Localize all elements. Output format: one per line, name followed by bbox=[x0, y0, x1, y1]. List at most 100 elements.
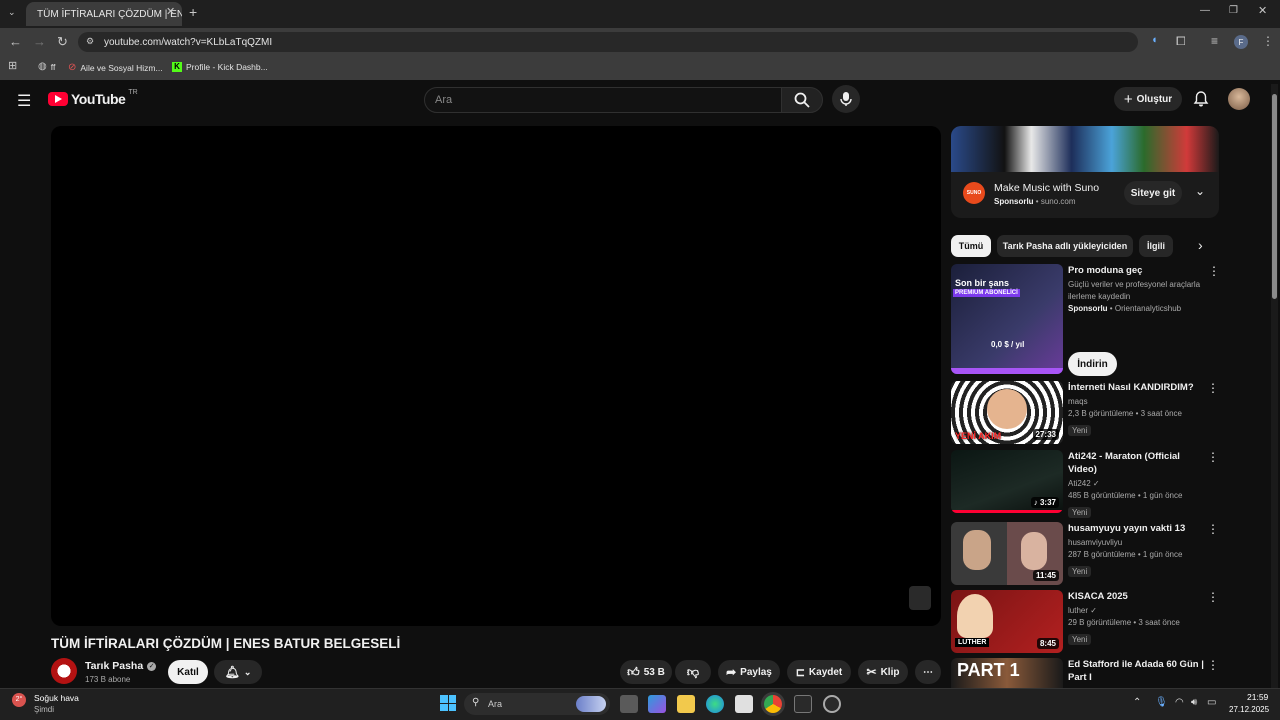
item-channel-row[interactable]: luther ✓ bbox=[1068, 605, 1208, 617]
search-button[interactable] bbox=[781, 87, 823, 113]
channel-avatar[interactable] bbox=[51, 658, 77, 684]
video-thumbnail[interactable]: YENİ AKIM 27:33 bbox=[951, 381, 1063, 444]
bookmark-item[interactable]: ◍ ff bbox=[38, 62, 55, 73]
more-vert-icon[interactable]: ⋮ bbox=[1207, 590, 1219, 604]
chip-related[interactable]: İlgili bbox=[1139, 235, 1173, 257]
scrollbar-thumb[interactable] bbox=[1272, 94, 1277, 299]
edge-browser-icon[interactable] bbox=[706, 695, 724, 713]
list-item[interactable]: PART 1 Ed Stafford ile Adada 60 Gün | Pa… bbox=[951, 658, 1221, 688]
page-scrollbar[interactable] bbox=[1271, 84, 1278, 688]
apps-grid-icon[interactable]: ⊞ bbox=[8, 61, 17, 72]
more-actions-button[interactable]: ⋯ bbox=[915, 660, 941, 684]
item-title[interactable]: Ati242 - Maraton (Official Video) bbox=[1068, 450, 1208, 476]
item-title[interactable]: KISACA 2025 bbox=[1068, 590, 1208, 603]
task-view-icon[interactable] bbox=[620, 695, 638, 713]
item-channel[interactable]: luther bbox=[1068, 606, 1088, 615]
ad-banner-image[interactable] bbox=[951, 126, 1219, 172]
store-icon[interactable] bbox=[735, 695, 753, 713]
browser-menu-icon[interactable]: ⋮ bbox=[1262, 35, 1274, 47]
item-channel[interactable]: husamviyuvliyu bbox=[1068, 537, 1208, 549]
item-title[interactable]: Ed Stafford ile Adada 60 Gün | Part I bbox=[1068, 658, 1208, 684]
battery-icon[interactable]: ▭ bbox=[1207, 697, 1216, 708]
item-title[interactable]: İnterneti Nasıl KANDIRDIM? bbox=[1068, 381, 1208, 394]
more-vert-icon[interactable]: ⋮ bbox=[1207, 522, 1219, 536]
browser-tab[interactable]: TÜM İFTİRALARI ÇÖZDÜM | ENES bbox=[26, 2, 182, 26]
tab-close-icon[interactable]: ✕ bbox=[166, 7, 175, 18]
ad-card[interactable]: SUNO Make Music with Suno Sponsorlu • su… bbox=[951, 126, 1219, 218]
reload-icon[interactable]: ↻ bbox=[57, 35, 68, 48]
hamburger-menu-icon[interactable]: ☰ bbox=[17, 91, 31, 111]
item-channel-row[interactable]: Ati242 ✓ bbox=[1068, 478, 1208, 490]
bookmark-item[interactable]: K Profile - Kick Dashb... bbox=[172, 62, 268, 72]
chrome-browser-icon[interactable] bbox=[764, 695, 782, 713]
voice-search-button[interactable] bbox=[832, 85, 860, 113]
more-vert-icon[interactable]: ⋮ bbox=[1207, 381, 1219, 395]
save-button[interactable]: ⊏ Kaydet bbox=[787, 660, 851, 684]
extension-icon[interactable]: ◖ bbox=[1151, 35, 1158, 46]
chevron-down-icon[interactable]: ⌄ bbox=[1195, 184, 1205, 198]
more-vert-icon[interactable]: ⋮ bbox=[1207, 658, 1219, 672]
app-icon[interactable] bbox=[823, 695, 841, 713]
chip-from-uploader[interactable]: Tarık Pasha adlı yükleyiciden bbox=[997, 235, 1133, 257]
clock-time[interactable]: 21:59 bbox=[1247, 692, 1268, 702]
list-item[interactable]: LUTHER 8:45 KISACA 2025 luther ✓ 29 B gö… bbox=[951, 590, 1221, 654]
notifications-bell-icon[interactable] bbox=[1193, 91, 1209, 107]
create-button[interactable]: + Oluştur bbox=[1114, 87, 1182, 111]
search-input[interactable]: Ara bbox=[424, 87, 782, 113]
clip-button[interactable]: ✂ Klip bbox=[858, 660, 908, 684]
weather-widget-icon[interactable]: 2° bbox=[12, 693, 30, 711]
item-channel[interactable]: maqs bbox=[1068, 396, 1208, 408]
list-item[interactable]: ♪ 3:37 Ati242 - Maraton (Official Video)… bbox=[951, 450, 1221, 518]
back-icon[interactable]: ← bbox=[9, 35, 22, 48]
share-button[interactable]: ➦ Paylaş bbox=[718, 660, 780, 684]
list-item[interactable]: 11:45 husamyuyu yayın vakti 13 husamviyu… bbox=[951, 522, 1221, 586]
new-tab-icon[interactable]: + bbox=[189, 5, 197, 19]
more-vert-icon[interactable]: ⋮ bbox=[1208, 264, 1220, 278]
visit-site-button[interactable]: Siteye git bbox=[1124, 181, 1182, 205]
profile-avatar[interactable]: F bbox=[1234, 35, 1248, 49]
tray-mic-icon[interactable]: 🎙︎ bbox=[1155, 697, 1168, 708]
video-player[interactable] bbox=[51, 126, 941, 626]
like-button[interactable]: 👍︎ 53 B bbox=[620, 660, 672, 684]
restore-icon[interactable]: ❐ bbox=[1229, 6, 1238, 16]
video-thumbnail[interactable]: PART 1 bbox=[951, 658, 1063, 688]
clock-date[interactable]: 27.12.2025 bbox=[1229, 705, 1269, 714]
channel-name[interactable]: Tarık Pasha bbox=[85, 660, 143, 672]
volume-icon[interactable]: 🔊︎ bbox=[1191, 697, 1197, 708]
minimize-icon[interactable]: — bbox=[1200, 6, 1210, 16]
tray-overflow-icon[interactable]: ⌃ bbox=[1133, 697, 1141, 708]
item-channel[interactable]: Ati242 bbox=[1068, 479, 1091, 488]
list-item[interactable]: YENİ AKIM 27:33 İnterneti Nasıl KANDIRDI… bbox=[951, 381, 1221, 445]
video-thumbnail[interactable]: 11:45 bbox=[951, 522, 1063, 585]
forward-icon[interactable]: → bbox=[33, 35, 46, 48]
weather-title[interactable]: Soğuk hava bbox=[34, 693, 79, 703]
dislike-button[interactable]: 👎︎ bbox=[675, 660, 711, 684]
channel-watermark-icon[interactable] bbox=[909, 586, 931, 610]
subscribed-bell-button[interactable]: 🔔︎ ⌄ bbox=[214, 660, 262, 684]
ad-title[interactable]: Make Music with Suno bbox=[994, 182, 1099, 194]
extensions-puzzle-icon[interactable]: ⧠ bbox=[1176, 35, 1186, 47]
more-vert-icon[interactable]: ⋮ bbox=[1207, 450, 1219, 464]
tab-search-icon[interactable]: ⌄ bbox=[8, 8, 16, 17]
chip-all[interactable]: Tümü bbox=[951, 235, 991, 257]
video-thumbnail[interactable]: ♪ 3:37 bbox=[951, 450, 1063, 513]
youtube-logo[interactable]: YouTube TR bbox=[48, 89, 138, 107]
bookmark-item[interactable]: ⊘ Aile ve Sosyal Hizm... bbox=[68, 62, 163, 73]
sponsored-item-info[interactable]: Pro moduna geç Güçlü veriler ve profesyo… bbox=[1068, 264, 1220, 315]
chevron-right-icon[interactable]: › bbox=[1198, 237, 1203, 253]
item-title[interactable]: Pro moduna geç bbox=[1068, 264, 1220, 277]
video-thumbnail[interactable]: LUTHER 8:45 bbox=[951, 590, 1063, 653]
start-windows-icon[interactable] bbox=[440, 695, 456, 711]
item-title[interactable]: husamyuyu yayın vakti 13 bbox=[1068, 522, 1208, 535]
wifi-icon[interactable]: ◠ bbox=[1175, 697, 1184, 708]
widgets-app-icon[interactable] bbox=[648, 695, 666, 713]
sponsored-thumbnail[interactable]: Son bir şans PREMIUM ABONELİCİ 0,0 $ / y… bbox=[951, 264, 1063, 374]
omnibox[interactable]: ⚙ youtube.com/watch?v=KLbLaTqQZMI bbox=[78, 32, 1138, 52]
site-info-icon[interactable]: ⚙ bbox=[86, 37, 94, 46]
reading-list-icon[interactable]: ≡ bbox=[1211, 35, 1218, 47]
account-avatar[interactable] bbox=[1228, 88, 1250, 110]
taskbar-search-input[interactable]: ⚲ Ara bbox=[464, 693, 610, 715]
terminal-icon[interactable] bbox=[794, 695, 812, 713]
join-button[interactable]: Katıl bbox=[168, 660, 208, 684]
channel-name-row[interactable]: Tarık Pasha ✓ bbox=[85, 660, 157, 672]
